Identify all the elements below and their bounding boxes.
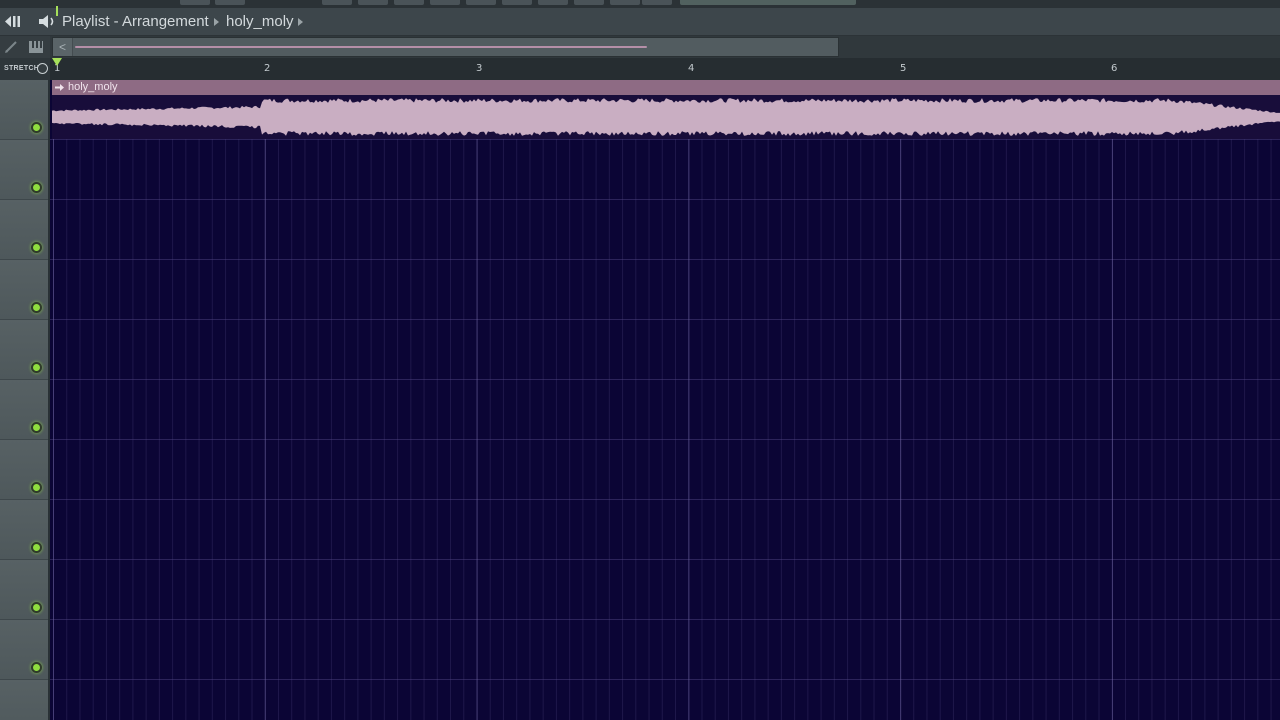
toolbar-button[interactable] <box>322 0 352 5</box>
horizontal-scrollbar[interactable]: < <box>52 37 839 57</box>
pause-icon[interactable] <box>3 13 23 30</box>
speaker-icon[interactable] <box>38 13 58 30</box>
breadcrumb-playlist[interactable]: Playlist - Arrangement <box>62 13 209 30</box>
timeline-ruler[interactable]: STRETCH 1 2 3 4 5 6 <box>0 58 1280 80</box>
playlist-window: Playlist - Arrangement holy_moly < STRET <box>0 0 1280 720</box>
pencil-icon[interactable] <box>3 39 19 55</box>
toolbar-button[interactable] <box>574 0 604 5</box>
track-mute-led[interactable] <box>31 602 42 613</box>
playlist-grid[interactable] <box>50 80 1280 720</box>
breadcrumb-separator-icon <box>214 18 219 26</box>
toolbar-button[interactable] <box>502 0 532 5</box>
track-header[interactable] <box>0 200 48 260</box>
clip-arrow-icon[interactable] <box>55 83 65 92</box>
piano-icon[interactable] <box>28 39 44 55</box>
toolbar-button[interactable] <box>358 0 388 5</box>
track-mute-led[interactable] <box>31 422 42 433</box>
track-header[interactable] <box>0 560 48 620</box>
track-header[interactable] <box>0 140 48 200</box>
clip-name: holy_moly <box>68 81 118 93</box>
bar-number: 4 <box>688 63 695 74</box>
scroll-thumb[interactable] <box>75 46 647 48</box>
bar-number: 3 <box>476 63 483 74</box>
track-mute-led[interactable] <box>31 542 42 553</box>
bar-number: 6 <box>1111 63 1118 74</box>
track-header[interactable] <box>0 620 48 680</box>
stretch-control: STRETCH <box>0 58 50 80</box>
main-toolbar-strip <box>0 0 1280 8</box>
toolbar-button[interactable] <box>466 0 496 5</box>
track-mute-led[interactable] <box>31 662 42 673</box>
bar-number: 2 <box>264 63 271 74</box>
toolbar-button[interactable] <box>430 0 460 5</box>
track-mute-led[interactable] <box>31 242 42 253</box>
playlist-toolbar: < <box>0 36 1280 58</box>
clip-waveform <box>52 98 1280 136</box>
toolbar-button[interactable] <box>180 0 210 5</box>
track-mute-led[interactable] <box>31 122 42 133</box>
breadcrumb-pattern[interactable]: holy_moly <box>226 13 294 30</box>
track-header[interactable] <box>0 380 48 440</box>
track-mute-led[interactable] <box>31 362 42 373</box>
audio-clip[interactable]: holy_moly <box>52 80 1280 139</box>
track-mute-led[interactable] <box>31 302 42 313</box>
toolbar-panel <box>680 0 856 5</box>
track-header[interactable] <box>0 80 48 140</box>
track-header[interactable] <box>0 260 48 320</box>
stretch-toggle[interactable] <box>37 63 48 74</box>
clip-header[interactable]: holy_moly <box>52 80 1280 95</box>
track-header[interactable] <box>0 440 48 500</box>
track-headers <box>0 80 50 720</box>
toolbar-button[interactable] <box>538 0 568 5</box>
breadcrumb-separator-icon <box>298 18 303 26</box>
tool-buttons <box>0 36 50 58</box>
stretch-label: STRETCH <box>4 65 40 72</box>
scroll-left-button[interactable]: < <box>53 38 73 56</box>
track-mute-led[interactable] <box>31 482 42 493</box>
toolbar-button[interactable] <box>610 0 640 5</box>
track-header[interactable] <box>0 320 48 380</box>
toolbar-button[interactable] <box>642 0 672 5</box>
track-mute-led[interactable] <box>31 182 42 193</box>
toolbar-button[interactable] <box>215 0 245 5</box>
playhead-marker[interactable] <box>52 58 62 66</box>
track-header[interactable] <box>0 680 48 720</box>
playhead-line <box>56 6 58 16</box>
waveform-shape <box>52 98 1280 136</box>
bar-number: 5 <box>900 63 907 74</box>
title-bar: Playlist - Arrangement holy_moly <box>0 8 1280 36</box>
toolbar-button[interactable] <box>394 0 424 5</box>
track-header[interactable] <box>0 500 48 560</box>
